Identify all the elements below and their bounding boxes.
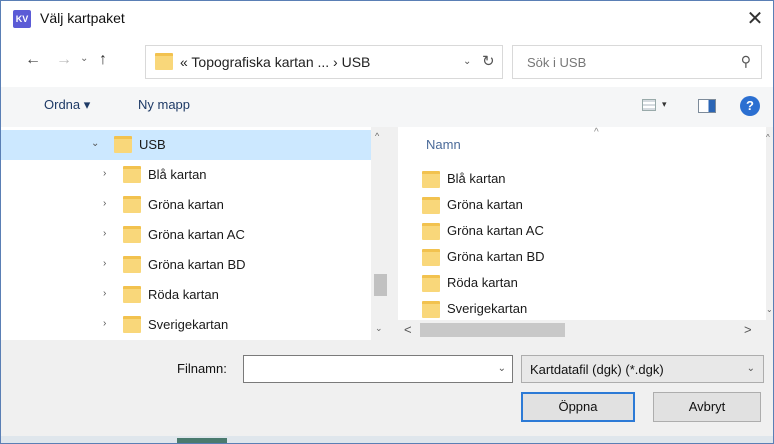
folder-icon (123, 286, 141, 303)
folder-icon (114, 136, 132, 153)
search-icon[interactable]: ⚲ (741, 53, 751, 70)
list-item[interactable]: Gröna kartan AC (422, 219, 752, 245)
app-icon: KV (13, 10, 31, 28)
column-header-name[interactable]: Namn (426, 137, 461, 152)
folder-icon (123, 196, 141, 213)
close-button[interactable]: ✕ (743, 6, 767, 32)
chevron-down-icon[interactable]: ⌄ (498, 363, 506, 374)
tree-scrollbar[interactable]: ^ ⌄ (371, 127, 390, 340)
list-item[interactable]: Blå kartan (422, 167, 752, 193)
forward-button[interactable]: → (56, 51, 72, 69)
folder-icon (155, 53, 173, 70)
view-dropdown-button[interactable]: ▾ (662, 99, 667, 110)
sort-ascending-icon: ^ (594, 127, 599, 138)
cancel-button[interactable]: Avbryt (653, 392, 761, 422)
navigation-bar: ← → ⌄ ↑ « Topografiska kartan ... › USB … (1, 37, 773, 87)
list-item[interactable]: Röda kartan (422, 271, 752, 297)
breadcrumb[interactable]: « Topografiska kartan ... › USB (180, 54, 370, 70)
preview-pane-icon[interactable] (698, 99, 716, 113)
tree-item-label: Gröna kartan AC (148, 227, 245, 242)
file-name: Gröna kartan BD (447, 249, 545, 264)
folder-icon (422, 171, 440, 188)
address-dropdown-button[interactable]: ⌄ (463, 56, 471, 67)
up-button[interactable]: ↑ (99, 51, 107, 69)
chevron-right-icon[interactable]: › (103, 288, 106, 299)
view-options-icon[interactable] (642, 99, 656, 111)
scroll-right-button[interactable]: > (744, 322, 752, 337)
refresh-button[interactable]: ↻ (482, 52, 495, 70)
chevron-right-icon[interactable]: › (103, 228, 106, 239)
folder-icon (422, 223, 440, 240)
tree-item-label: Röda kartan (148, 287, 219, 302)
chevron-down-icon[interactable]: ⌄ (747, 363, 755, 374)
tree-item-roda-kartan[interactable]: › Röda kartan (1, 280, 371, 310)
recent-locations-button[interactable]: ⌄ (80, 53, 88, 64)
folder-icon (422, 197, 440, 214)
address-bar[interactable]: « Topografiska kartan ... › USB ⌄ ↻ (145, 45, 503, 79)
tree-item-label: Gröna kartan BD (148, 257, 246, 272)
scroll-up-button[interactable]: ^ (375, 131, 379, 141)
background-strip (1, 436, 773, 443)
scroll-down-button[interactable]: ⌄ (375, 323, 383, 334)
filetype-select[interactable]: Kartdatafil (dgk) (*.dgk) ⌄ (521, 355, 764, 383)
list-item[interactable]: Gröna kartan BD (422, 245, 752, 271)
tree-item-usb[interactable]: ⌄ USB (1, 130, 371, 160)
file-name: Röda kartan (447, 275, 518, 290)
tree-item-grona-kartan[interactable]: › Gröna kartan (1, 190, 371, 220)
search-box[interactable]: Sök i USB ⚲ (512, 45, 762, 79)
file-list-scrollbar[interactable]: ^ ⌄ (766, 127, 773, 320)
tree-item-label: Gröna kartan (148, 197, 224, 212)
file-name: Gröna kartan AC (447, 223, 544, 238)
dialog-footer: Filnamn: ⌄ Kartdatafil (dgk) (*.dgk) ⌄ Ö… (1, 340, 773, 443)
new-folder-button[interactable]: Ny mapp (138, 97, 190, 112)
file-name: Blå kartan (447, 171, 506, 186)
tree-item-grona-kartan-ac[interactable]: › Gröna kartan AC (1, 220, 371, 250)
chevron-down-icon[interactable]: ⌄ (91, 138, 99, 149)
tree-item-label: USB (139, 137, 166, 152)
tree-item-bla-kartan[interactable]: › Blå kartan (1, 160, 371, 190)
search-input[interactable]: Sök i USB (527, 55, 586, 70)
navigation-tree: ⌄ USB › Blå kartan › Gröna kartan › Grön… (1, 127, 371, 340)
back-button[interactable]: ← (25, 51, 41, 69)
filetype-value: Kartdatafil (dgk) (*.dgk) (530, 362, 664, 377)
folder-icon (123, 166, 141, 183)
file-name: Gröna kartan (447, 197, 523, 212)
folder-icon (422, 275, 440, 292)
filename-field[interactable] (244, 356, 492, 382)
pane-splitter[interactable] (390, 127, 398, 340)
background-segment (177, 438, 227, 443)
folder-icon (422, 249, 440, 266)
file-list: ^ Namn Blå kartan Gröna kartan Gröna kar… (398, 127, 766, 320)
chevron-right-icon[interactable]: › (103, 318, 106, 329)
folder-icon (422, 301, 440, 318)
scroll-thumb[interactable] (374, 274, 387, 296)
help-icon[interactable]: ? (740, 96, 760, 116)
command-toolbar: Ordna ▾ Ny mapp ▾ ? (1, 87, 773, 127)
tree-item-label: Blå kartan (148, 167, 207, 182)
scroll-up-button[interactable]: ^ (766, 133, 770, 142)
chevron-right-icon[interactable]: › (103, 258, 106, 269)
title-bar: KV Välj kartpaket ✕ (1, 1, 773, 37)
filename-combobox[interactable]: ⌄ (243, 355, 513, 383)
folder-icon (123, 316, 141, 333)
scroll-left-button[interactable]: < (404, 322, 412, 337)
filename-label: Filnamn: (177, 361, 227, 376)
folder-icon (123, 226, 141, 243)
tree-item-grona-kartan-bd[interactable]: › Gröna kartan BD (1, 250, 371, 280)
file-open-dialog: KV Välj kartpaket ✕ ← → ⌄ ↑ « Topografis… (0, 0, 774, 444)
chevron-right-icon[interactable]: › (103, 168, 106, 179)
open-button[interactable]: Öppna (521, 392, 635, 422)
horizontal-scrollbar[interactable]: < > (398, 320, 773, 340)
file-name: Sverigekartan (447, 301, 528, 316)
dialog-title: Välj kartpaket (40, 10, 125, 26)
folder-icon (123, 256, 141, 273)
tree-item-label: Sverigekartan (148, 317, 229, 332)
chevron-right-icon[interactable]: › (103, 198, 106, 209)
organize-button[interactable]: Ordna ▾ (44, 97, 90, 113)
scroll-down-button[interactable]: ⌄ (766, 305, 773, 314)
list-item[interactable]: Gröna kartan (422, 193, 752, 219)
scroll-thumb[interactable] (420, 323, 565, 337)
tree-item-sverigekartan[interactable]: › Sverigekartan (1, 310, 371, 340)
